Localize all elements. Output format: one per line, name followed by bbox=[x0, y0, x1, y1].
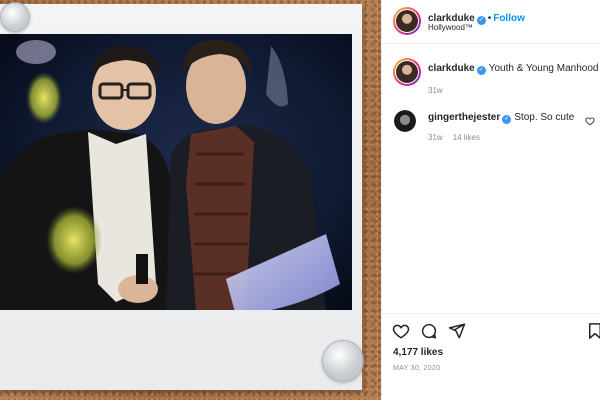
bookmark-icon[interactable] bbox=[586, 322, 600, 340]
comment-heart-icon[interactable] bbox=[585, 116, 595, 126]
comment-text: Stop. So cute bbox=[514, 112, 575, 123]
caption: clarkduke ✓ Youth & Young Manhood bbox=[428, 63, 598, 75]
verified-badge-icon: ✓ bbox=[502, 115, 512, 124]
author-avatar[interactable] bbox=[393, 7, 421, 35]
caption-timestamp[interactable]: 31w bbox=[428, 86, 443, 95]
paper-plane-icon[interactable] bbox=[448, 322, 466, 340]
post-actions: 4,177 likes MAY 30, 2020 bbox=[382, 313, 600, 400]
verified-badge-icon: ✓ bbox=[476, 16, 486, 25]
commenter-avatar[interactable] bbox=[394, 110, 416, 132]
comment: gingerthejester ✓ Stop. So cute bbox=[428, 112, 574, 124]
heart-icon[interactable] bbox=[392, 322, 410, 340]
caption-avatar[interactable] bbox=[393, 58, 421, 86]
follow-button[interactable]: Follow bbox=[493, 13, 525, 24]
caption-text: Youth & Young Manhood bbox=[488, 63, 599, 74]
separator-dot: • bbox=[487, 13, 492, 24]
polaroid-frame bbox=[0, 4, 362, 390]
post-date: MAY 30, 2020 bbox=[393, 365, 441, 372]
post-media[interactable] bbox=[0, 0, 381, 400]
location-link[interactable]: Hollywood™ bbox=[428, 23, 473, 32]
verified-badge-icon: ✓ bbox=[476, 66, 486, 75]
comment-timestamp[interactable]: 31w bbox=[428, 133, 443, 142]
post-header: clarkduke ✓ • Follow Hollywood™ bbox=[382, 0, 600, 44]
likes-count[interactable]: 4,177 likes bbox=[393, 347, 443, 358]
comment-bubble-icon[interactable] bbox=[420, 322, 438, 340]
comment-meta: 31w 14 likes bbox=[428, 133, 490, 142]
comment-likes[interactable]: 14 likes bbox=[453, 133, 480, 142]
pushpin-top-left bbox=[0, 2, 30, 32]
comment-username[interactable]: gingerthejester bbox=[428, 112, 500, 123]
post-side-panel: clarkduke ✓ • Follow Hollywood™ clarkduke ✓ Y… bbox=[381, 0, 600, 400]
pushpin-bottom-right bbox=[322, 340, 364, 382]
caption-username[interactable]: clarkduke bbox=[428, 63, 475, 74]
post-photo bbox=[0, 34, 352, 310]
